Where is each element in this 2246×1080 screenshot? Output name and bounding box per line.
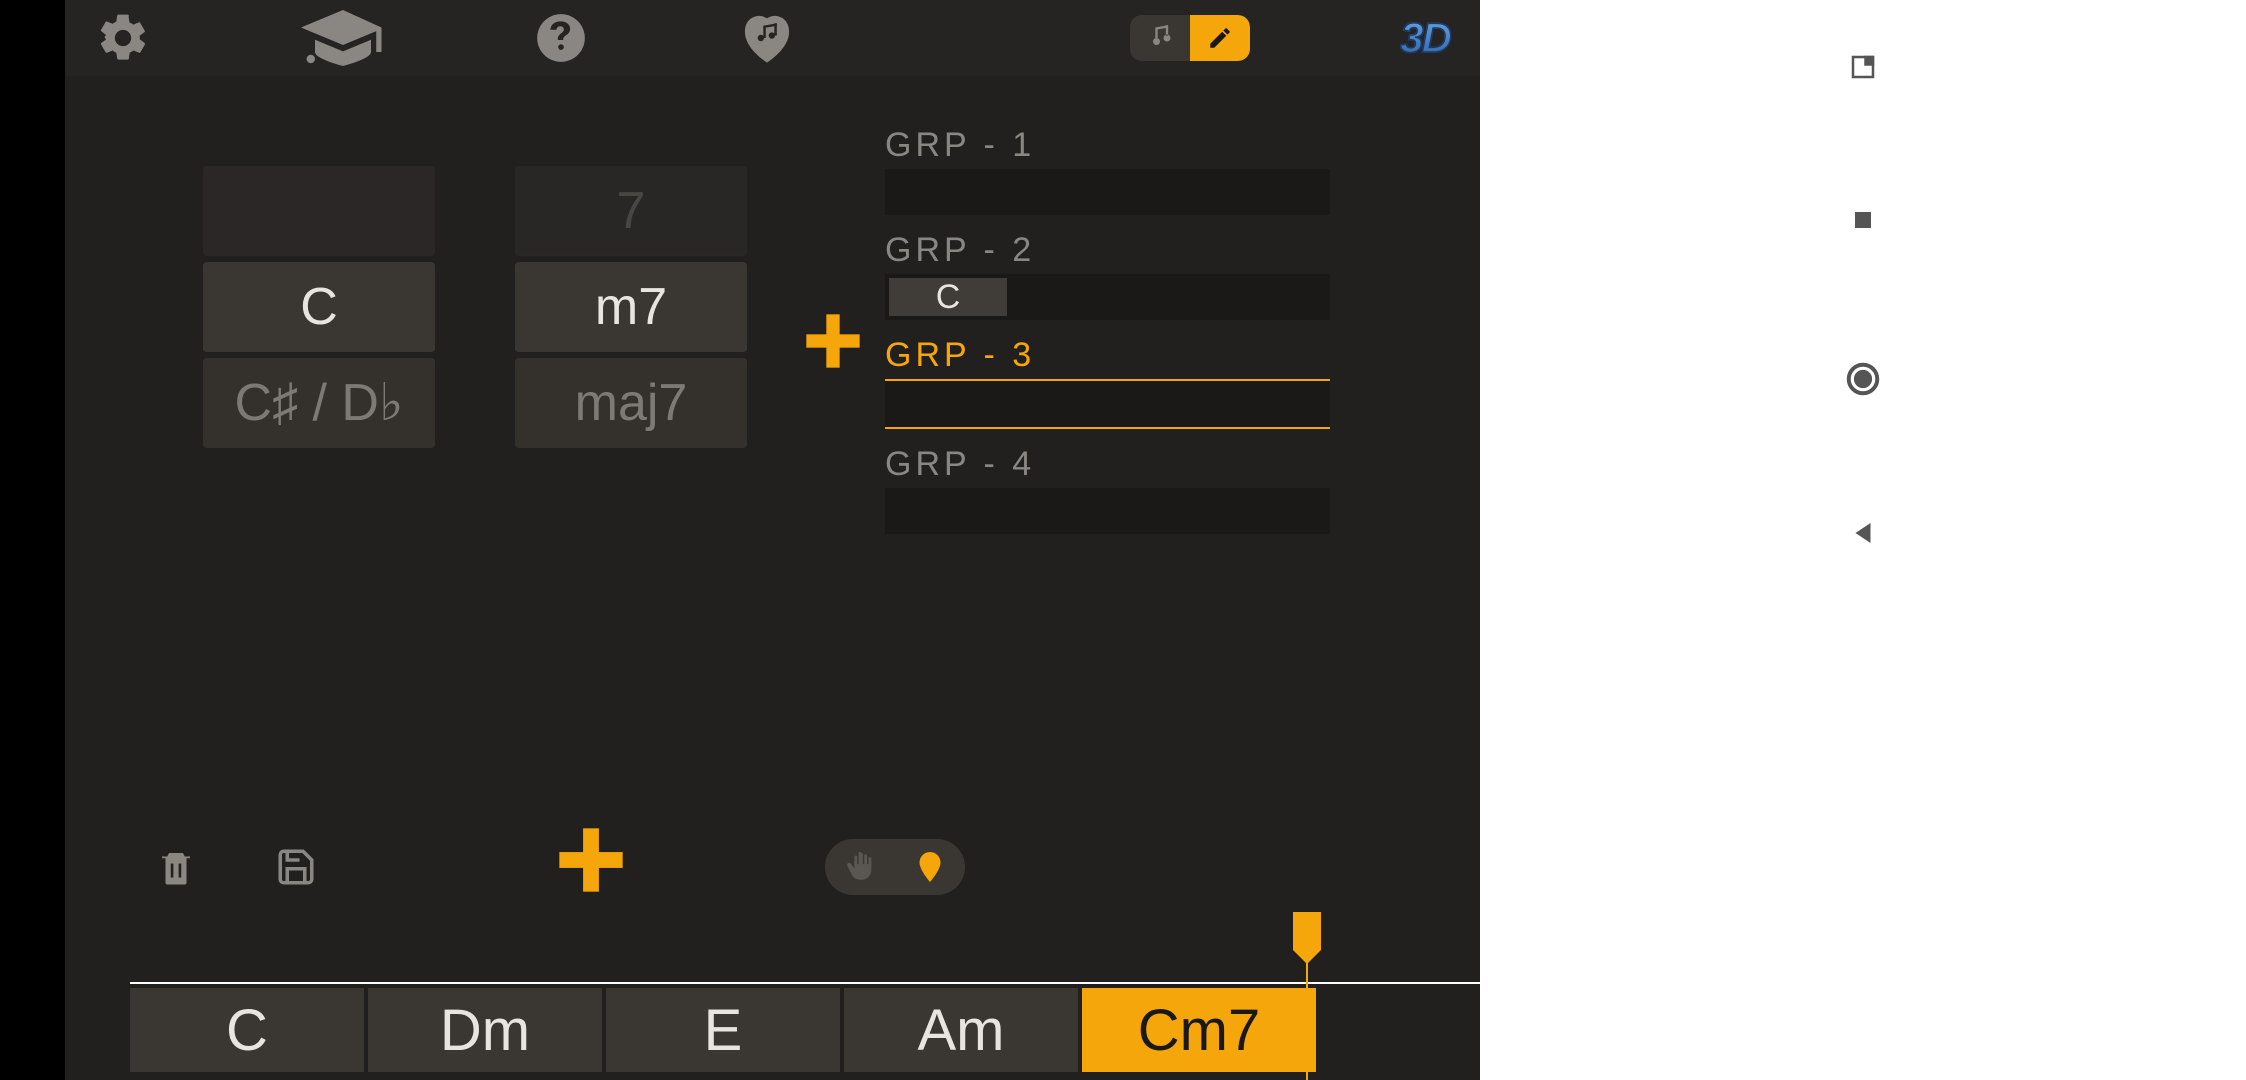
back-triangle-icon[interactable] — [1848, 518, 1878, 553]
group-2[interactable]: GRP - 2 C — [885, 231, 1330, 320]
edit-mode-segment[interactable] — [1190, 15, 1250, 61]
play-mode-segment[interactable] — [1130, 15, 1190, 61]
group-slot[interactable]: C — [885, 274, 1330, 320]
root-wheel-above[interactable] — [203, 166, 435, 256]
left-black-strip — [0, 0, 65, 1080]
hand-mode-toggle[interactable] — [825, 839, 965, 895]
group-slot[interactable] — [885, 379, 1330, 429]
save-icon[interactable] — [275, 844, 317, 890]
type-wheel-above[interactable]: 7 — [515, 166, 747, 256]
chord-picker-area: C C♯ / D♭ 7 m7 maj7 — [65, 96, 885, 822]
system-nav-panel — [1480, 0, 2246, 1080]
play-edit-toggle[interactable] — [1130, 15, 1250, 61]
group-label: GRP - 2 — [885, 231, 1330, 270]
root-wheel-selected[interactable]: C — [203, 262, 435, 352]
type-wheel-selected[interactable]: m7 — [515, 262, 747, 352]
action-row — [65, 822, 1480, 912]
group-label: GRP - 4 — [885, 445, 1330, 484]
group-label: GRP - 1 — [885, 126, 1330, 165]
group-4[interactable]: GRP - 4 — [885, 445, 1330, 534]
timeline-chord-row: CDmEAmCm7 — [65, 984, 1480, 1080]
timeline: CDmEAmCm7 — [65, 912, 1480, 1080]
timeline-chord[interactable]: Dm — [368, 988, 602, 1072]
type-wheel-below[interactable]: maj7 — [515, 358, 747, 448]
add-to-timeline-button[interactable] — [553, 822, 629, 912]
fullscreen-icon[interactable] — [1848, 52, 1878, 87]
threeD-button[interactable]: 3D — [1400, 14, 1450, 62]
help-icon[interactable] — [535, 12, 587, 64]
stop-icon[interactable] — [1851, 208, 1875, 237]
timeline-marker-line — [1306, 950, 1308, 1080]
graduation-cap-icon[interactable] — [301, 10, 385, 66]
trash-icon[interactable] — [155, 843, 197, 891]
add-chord-to-group-button[interactable] — [801, 306, 865, 386]
group-1[interactable]: GRP - 1 — [885, 126, 1330, 215]
timeline-marker[interactable] — [1293, 912, 1321, 950]
timeline-chord[interactable]: Cm7 — [1082, 988, 1316, 1072]
gear-icon[interactable] — [95, 10, 151, 66]
group-slot[interactable] — [885, 169, 1330, 215]
groups-area: GRP - 1 GRP - 2 C GRP - 3 GRP - 4 — [885, 96, 1480, 822]
heart-music-icon[interactable] — [737, 11, 797, 65]
group-chord-chip[interactable]: C — [889, 278, 1007, 316]
main-content: C C♯ / D♭ 7 m7 maj7 — [65, 76, 1480, 822]
group-3[interactable]: GRP - 3 — [885, 336, 1330, 429]
root-note-wheel[interactable]: C C♯ / D♭ — [203, 166, 435, 448]
pin-icon — [895, 847, 965, 887]
chord-type-wheel[interactable]: 7 m7 maj7 — [515, 166, 747, 448]
top-toolbar: 3D — [65, 0, 1480, 76]
hand-icon — [825, 850, 895, 884]
root-wheel-below[interactable]: C♯ / D♭ — [203, 358, 435, 448]
timeline-chord[interactable]: Am — [844, 988, 1078, 1072]
group-label: GRP - 3 — [885, 336, 1330, 375]
timeline-chord[interactable]: C — [130, 988, 364, 1072]
record-icon[interactable] — [1844, 360, 1882, 403]
group-slot[interactable] — [885, 488, 1330, 534]
timeline-chord[interactable]: E — [606, 988, 840, 1072]
